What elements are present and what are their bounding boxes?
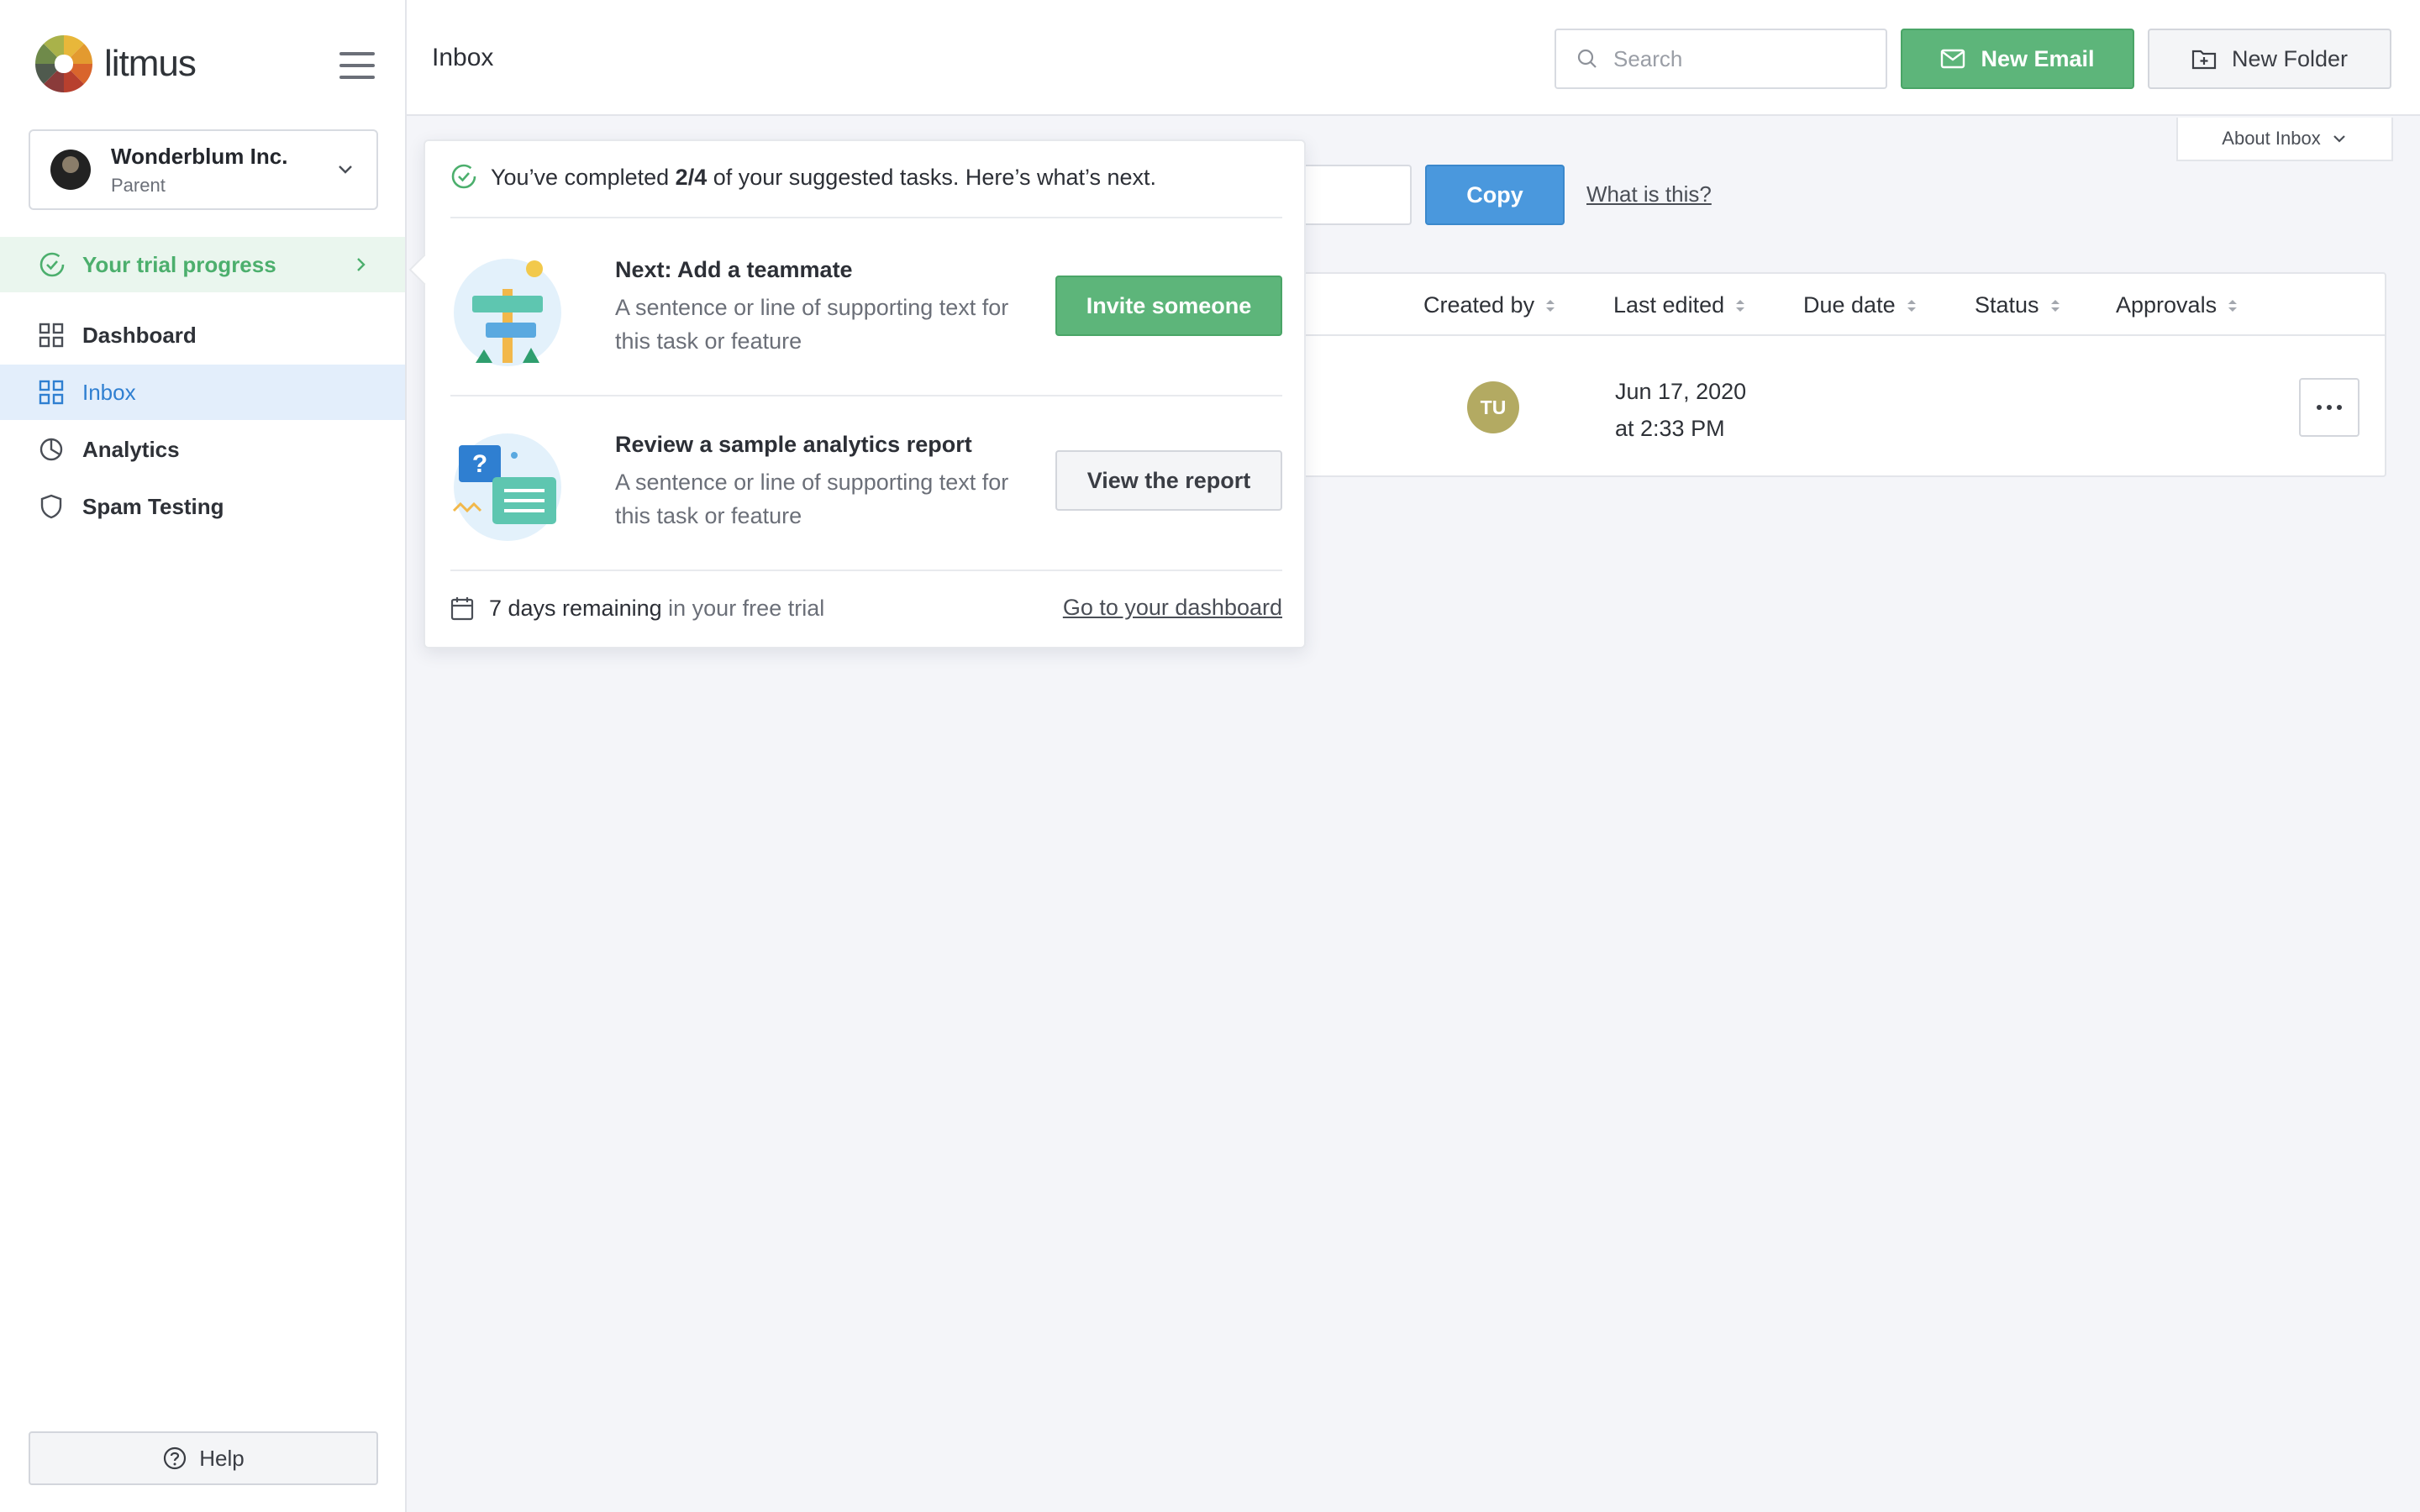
mail-icon [1941,49,1965,69]
help-button[interactable]: Help [29,1431,378,1485]
column-approvals[interactable]: Approvals [2116,292,2238,318]
column-label: Last edited [1613,292,1725,318]
org-role: Parent [111,174,166,196]
column-last-edited[interactable]: Last edited [1613,292,1746,318]
sidebar-item-label: Dashboard [82,322,197,348]
litmus-logo-icon [35,35,92,92]
invite-someone-button[interactable]: Invite someone [1055,276,1282,336]
popover-footer: 7 days remaining in your free trial Go t… [450,591,1282,625]
header-next: Here’s what’s next. [965,165,1157,190]
what-is-this-link[interactable]: What is this? [1586,181,1712,207]
shield-icon [40,494,62,519]
help-label: Help [199,1445,245,1471]
column-label: Status [1975,292,2039,318]
table-header: Created by Last edited Due date Status A… [1245,274,2385,336]
new-email-button[interactable]: New Email [1901,29,2134,89]
row-more-button[interactable] [2299,378,2360,437]
more-dot [2327,405,2332,410]
sidebar-item-spam-testing[interactable]: Spam Testing [0,479,405,534]
task-review-report: ? Review a sample analytics report A sen… [450,396,1282,571]
sort-icon [1907,299,1916,312]
brand-name: litmus [104,43,197,84]
about-inbox-label: About Inbox [2222,128,2321,149]
grid-icon [39,323,64,348]
calendar-icon [450,597,474,621]
sidebar-item-dashboard[interactable]: Dashboard [0,307,405,363]
trial-progress-link[interactable]: Your trial progress [0,237,405,292]
sidebar: litmus Wonderblum Inc. Parent Your trial… [0,0,407,1512]
avatar: TU [1467,381,1519,433]
signpost-illustration-icon [454,259,561,366]
svg-text:?: ? [472,450,487,478]
header-prefix: You’ve completed [491,165,670,190]
new-email-label: New Email [1981,45,2095,71]
trial-progress-popover: You’ve completed 2/4 of your suggested t… [424,139,1306,648]
task-description: A sentence or line of supporting text fo… [615,470,1009,528]
sort-icon [2228,299,2238,312]
menu-toggle-button[interactable] [339,52,375,79]
task-description: A sentence or line of supporting text fo… [615,295,1009,354]
search-box[interactable] [1555,29,1887,89]
sidebar-item-label: Spam Testing [82,493,224,519]
about-inbox-dropdown[interactable]: About Inbox [2176,118,2393,161]
hamburger-icon [339,52,375,55]
column-created-by[interactable]: Created by [1423,292,1556,318]
task-add-teammate: Next: Add a teammate A sentence or line … [450,222,1282,396]
days-remaining: 7 days remaining [489,595,662,621]
days-suffix: in your free trial [668,595,825,621]
sort-icon [1736,299,1745,312]
chevron-down-icon [2333,135,2345,143]
header-count: 2/4 [675,165,708,190]
task-title: Next: Add a teammate [615,257,853,282]
popover-header: You’ve completed 2/4 of your suggested t… [450,163,1282,218]
more-dots-icon [2317,405,2322,410]
trial-days-remaining: 7 days remaining in your free trial [489,596,824,622]
copy-button[interactable]: Copy [1425,165,1565,225]
sidebar-item-inbox[interactable]: Inbox [0,365,405,420]
grid-icon [39,380,64,405]
org-name: Wonderblum Inc. [111,143,288,169]
chevron-down-icon [339,165,352,174]
sort-icon [2050,299,2060,312]
sidebar-item-label: Analytics [82,436,180,462]
org-avatar [50,150,91,190]
column-due-date[interactable]: Due date [1803,292,1918,318]
new-folder-button[interactable]: New Folder [2148,29,2391,89]
page-title: Inbox [432,44,494,71]
column-label: Created by [1423,292,1535,318]
search-icon [1577,49,1597,68]
popover-header-text: You’ve completed 2/4 of your suggested t… [491,165,1156,191]
hamburger-line [339,64,375,67]
last-edited-time: at 2:33 PM [1615,416,1725,441]
search-input[interactable] [1613,45,1865,72]
org-text: Wonderblum Inc. Parent [111,144,287,197]
last-edited-date: Jun 17, 2020 [1615,379,1747,404]
help-circle-icon [164,1446,187,1470]
org-switcher[interactable]: Wonderblum Inc. Parent [29,129,378,210]
new-folder-label: New Folder [2231,45,2349,71]
hamburger-line [339,76,375,79]
folder-plus-icon [2191,50,2217,70]
email-table: Created by Last edited Due date Status A… [1244,272,2386,477]
check-circle-icon [39,252,65,277]
go-to-dashboard-link[interactable]: Go to your dashboard [1063,595,1282,621]
top-bar: Inbox New Email New Folder [407,0,2420,116]
header-suffix: of your suggested tasks. [713,165,960,190]
check-circle-icon [451,164,476,189]
chat-bubbles-illustration-icon: ? [452,433,561,541]
more-dot [2337,405,2342,410]
brand-logo[interactable]: litmus [34,34,197,94]
column-label: Approvals [2116,292,2217,318]
chevron-right-icon [357,258,366,271]
column-label: Due date [1803,292,1896,318]
column-status[interactable]: Status [1975,292,2061,318]
view-report-button[interactable]: View the report [1055,450,1282,511]
task-title: Review a sample analytics report [615,432,972,457]
sidebar-item-analytics[interactable]: Analytics [0,422,405,477]
sidebar-item-label: Inbox [82,379,136,405]
last-edited-cell: Jun 17, 2020 at 2:33 PM [1615,373,1746,447]
pie-chart-icon [39,438,63,461]
trial-progress-label: Your trial progress [82,251,276,277]
sort-icon [1546,299,1555,312]
